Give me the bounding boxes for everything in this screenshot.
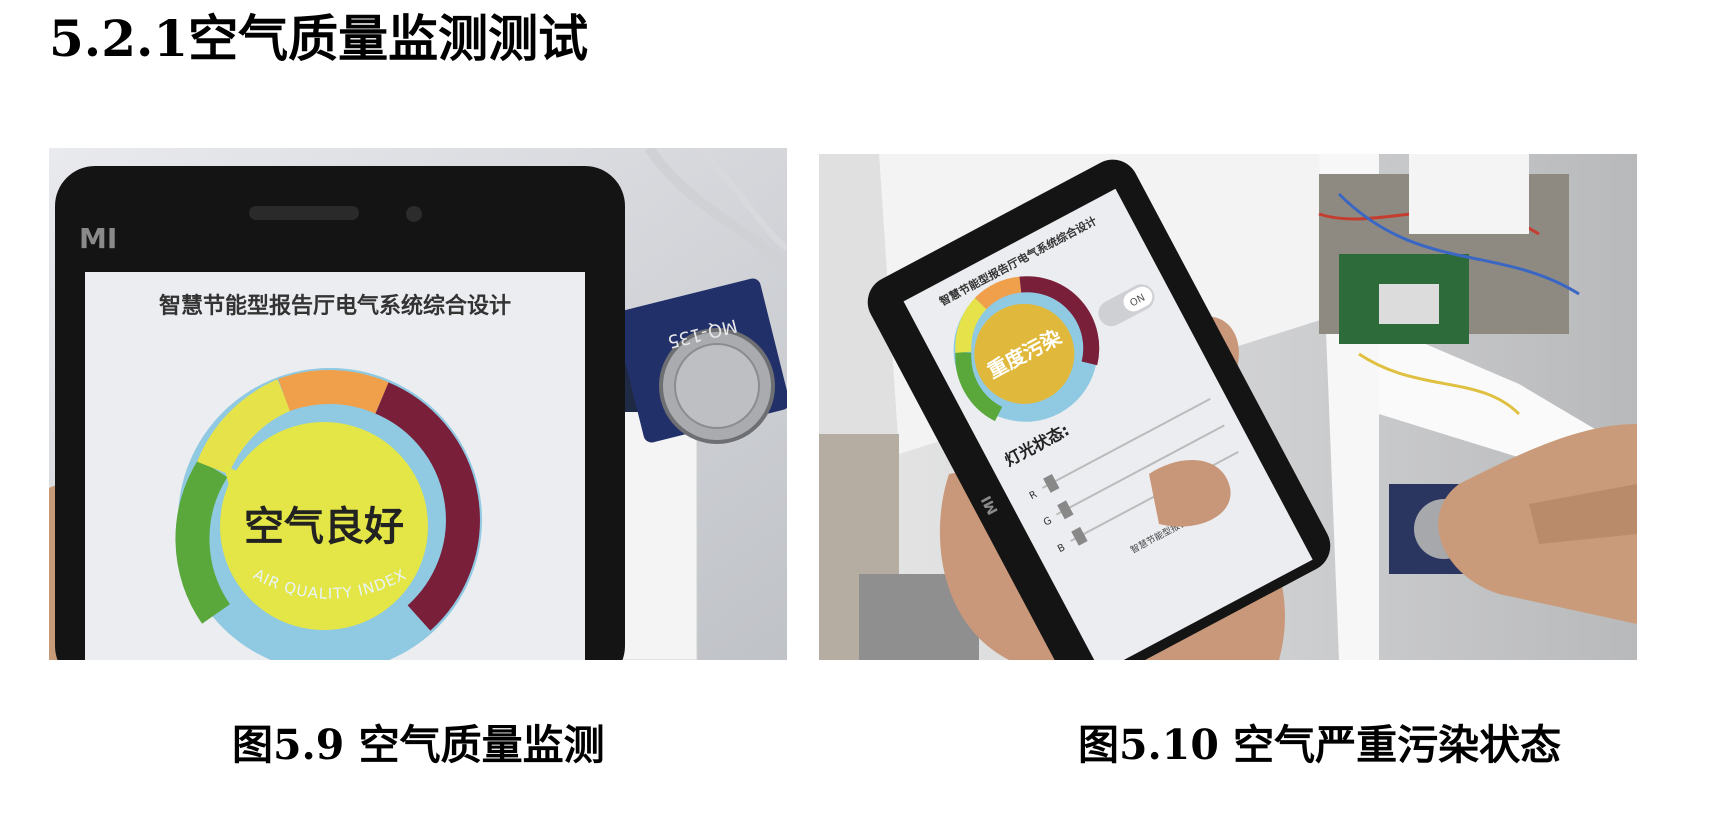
figure-5-10-photo: MI 智慧节能型报告厅电气系统综合设计 重度污染 ON 灯光状态: R G B … [819, 154, 1637, 660]
figure-5-9-photo: MQ-135 MI 智慧节能型报告厅电气系统综合设计 空气良好 AIR QUAL… [49, 148, 787, 660]
section-heading: 5.2.1空气质量监测测试 [49, 9, 589, 68]
figure-5-10-caption: 图5.10 空气严重污染状态 [1078, 721, 1562, 769]
app-title: 智慧节能型报告厅电气系统综合设计 [159, 293, 511, 319]
phone-brand-logo: MI [79, 222, 117, 255]
air-status-text: 空气良好 [244, 504, 404, 550]
figure-5-9-caption: 图5.9 空气质量监测 [232, 721, 605, 769]
air-quality-gauge: 空气良好 AIR QUALITY INDEX [175, 368, 482, 660]
